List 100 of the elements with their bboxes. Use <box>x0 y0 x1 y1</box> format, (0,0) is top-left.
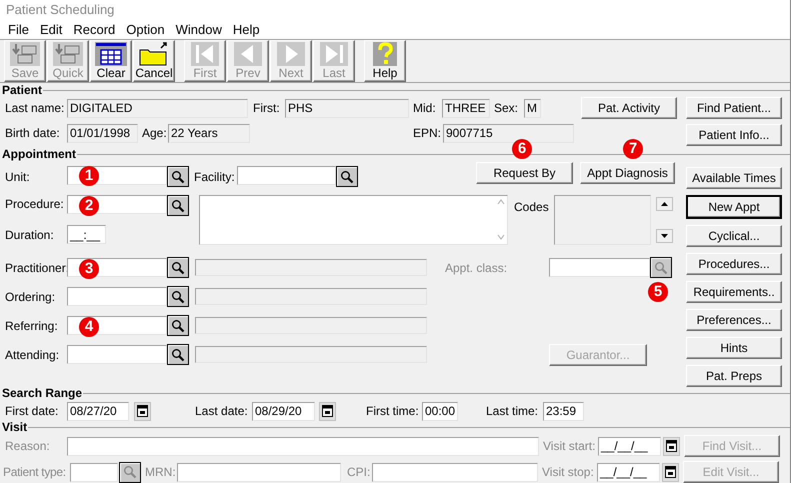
button[interactable]: Procedures... <box>686 253 782 275</box>
search-button[interactable] <box>167 344 189 365</box>
triangle-right-icon <box>276 42 306 66</box>
toolbar-button[interactable]: Help <box>364 40 406 82</box>
button[interactable]: Request By <box>476 162 573 184</box>
input-field[interactable]: __:__ <box>67 225 106 244</box>
input-field[interactable] <box>70 462 118 482</box>
input-field[interactable]: DIGITALED <box>67 98 248 118</box>
field-label: First: <box>253 101 281 115</box>
search-icon <box>171 260 185 274</box>
search-button[interactable] <box>167 286 189 307</box>
field-label: Appt. class: <box>445 260 508 274</box>
field-label: Patient type: <box>2 465 67 479</box>
menu-item[interactable]: Help <box>228 20 265 39</box>
search-button[interactable] <box>167 166 189 187</box>
search-icon <box>171 318 185 332</box>
field-label: Reason: <box>4 439 51 453</box>
search-icon <box>123 465 137 479</box>
button[interactable]: Hints <box>686 337 782 359</box>
menu-item[interactable]: Window <box>170 20 227 39</box>
search-icon <box>340 170 354 184</box>
menu-item[interactable]: Record <box>68 20 120 39</box>
number-callout-tooltip: 7 <box>623 139 643 159</box>
button[interactable]: Preferences... <box>686 309 782 331</box>
field-label: Last time: <box>486 404 540 418</box>
skip-back-icon <box>190 42 220 66</box>
text-area[interactable] <box>199 195 508 245</box>
button[interactable]: Patient Info... <box>686 124 782 146</box>
field-label: Duration: <box>4 228 55 242</box>
input-field[interactable]: M <box>524 98 541 118</box>
calendar-button[interactable] <box>319 402 336 420</box>
skip-forward-icon <box>319 42 349 66</box>
field-label: MRN: <box>145 465 177 479</box>
input-field[interactable] <box>67 345 167 364</box>
triangle-left-icon <box>233 42 263 66</box>
search-button[interactable] <box>167 257 189 278</box>
section-title: Visit <box>1 421 28 433</box>
input-field[interactable] <box>67 436 539 456</box>
field-label: Unit: <box>4 170 31 184</box>
button[interactable]: Pat. Preps <box>686 365 782 387</box>
calendar-icon <box>322 405 333 417</box>
field-label: EPN: <box>413 126 442 140</box>
file-cabinet-icon <box>51 42 85 66</box>
input-field[interactable] <box>372 462 538 482</box>
button[interactable]: Appt Diagnosis <box>580 162 675 184</box>
calendar-icon <box>666 440 677 452</box>
number-callout-tooltip: 6 <box>512 139 532 159</box>
input-field[interactable]: 08/27/20 <box>67 402 129 420</box>
input-field[interactable]: 00:00 <box>422 402 458 420</box>
file-cabinet-icon <box>8 42 42 66</box>
input-field[interactable] <box>177 462 341 482</box>
field-label: Sex: <box>494 101 520 115</box>
toolbar-button[interactable]: Cancel <box>133 40 175 82</box>
field-label: Mid: <box>413 101 437 115</box>
calendar-button[interactable] <box>134 402 151 420</box>
field-label: CPI: <box>347 465 372 479</box>
field-label: Last name: <box>4 101 66 115</box>
search-button[interactable] <box>119 462 141 482</box>
button[interactable]: Find Patient... <box>686 97 782 119</box>
input-field[interactable] <box>237 166 336 185</box>
menu-item[interactable]: Option <box>121 20 170 39</box>
input-field[interactable]: 23:59 <box>543 402 584 420</box>
calendar-icon <box>665 466 676 478</box>
search-button[interactable] <box>336 166 358 187</box>
field-label: Codes <box>514 200 550 214</box>
calendar-button[interactable] <box>663 436 680 456</box>
search-icon <box>171 170 185 184</box>
button[interactable]: Available Times <box>686 167 782 189</box>
input-field[interactable] <box>549 258 650 277</box>
table-grid-icon <box>94 42 128 66</box>
search-button[interactable] <box>167 315 189 336</box>
search-icon <box>171 198 185 212</box>
input-field[interactable]: 22 Years <box>168 124 250 142</box>
button[interactable]: Cyclical... <box>686 225 782 247</box>
input-field[interactable]: PHS <box>285 98 409 118</box>
button[interactable]: Pat. Activity <box>581 97 677 119</box>
field-label: Last date: <box>195 404 249 418</box>
window-title: Patient Scheduling <box>6 1 114 19</box>
button[interactable]: Requirements.. <box>686 281 782 303</box>
calendar-button[interactable] <box>662 462 679 482</box>
input-field[interactable]: THREE <box>442 98 490 118</box>
calendar-icon <box>137 405 148 417</box>
number-callout-tooltip: 5 <box>648 282 668 302</box>
menu-item[interactable]: Edit <box>34 20 68 39</box>
question-mark-icon <box>370 42 400 66</box>
search-button[interactable] <box>167 195 189 216</box>
input-field[interactable]: 9007715 <box>443 124 574 142</box>
input-field[interactable] <box>67 287 167 306</box>
field-label: Facility: <box>194 170 236 184</box>
button[interactable]: New Appt <box>686 195 782 219</box>
section-title: Patient <box>1 84 42 96</box>
input-field[interactable]: 08/29/20 <box>252 402 315 420</box>
field-label: Birth date: <box>4 126 61 140</box>
section-title: Search Range <box>1 387 82 399</box>
toolbar-button[interactable]: Clear <box>90 40 132 82</box>
field-label: Procedure: <box>4 197 65 211</box>
input-field[interactable]: 01/01/1998 <box>67 124 138 142</box>
menu-item[interactable]: File <box>3 20 34 39</box>
field-label: First time: <box>366 404 420 418</box>
field-label: Referring: <box>4 318 59 332</box>
